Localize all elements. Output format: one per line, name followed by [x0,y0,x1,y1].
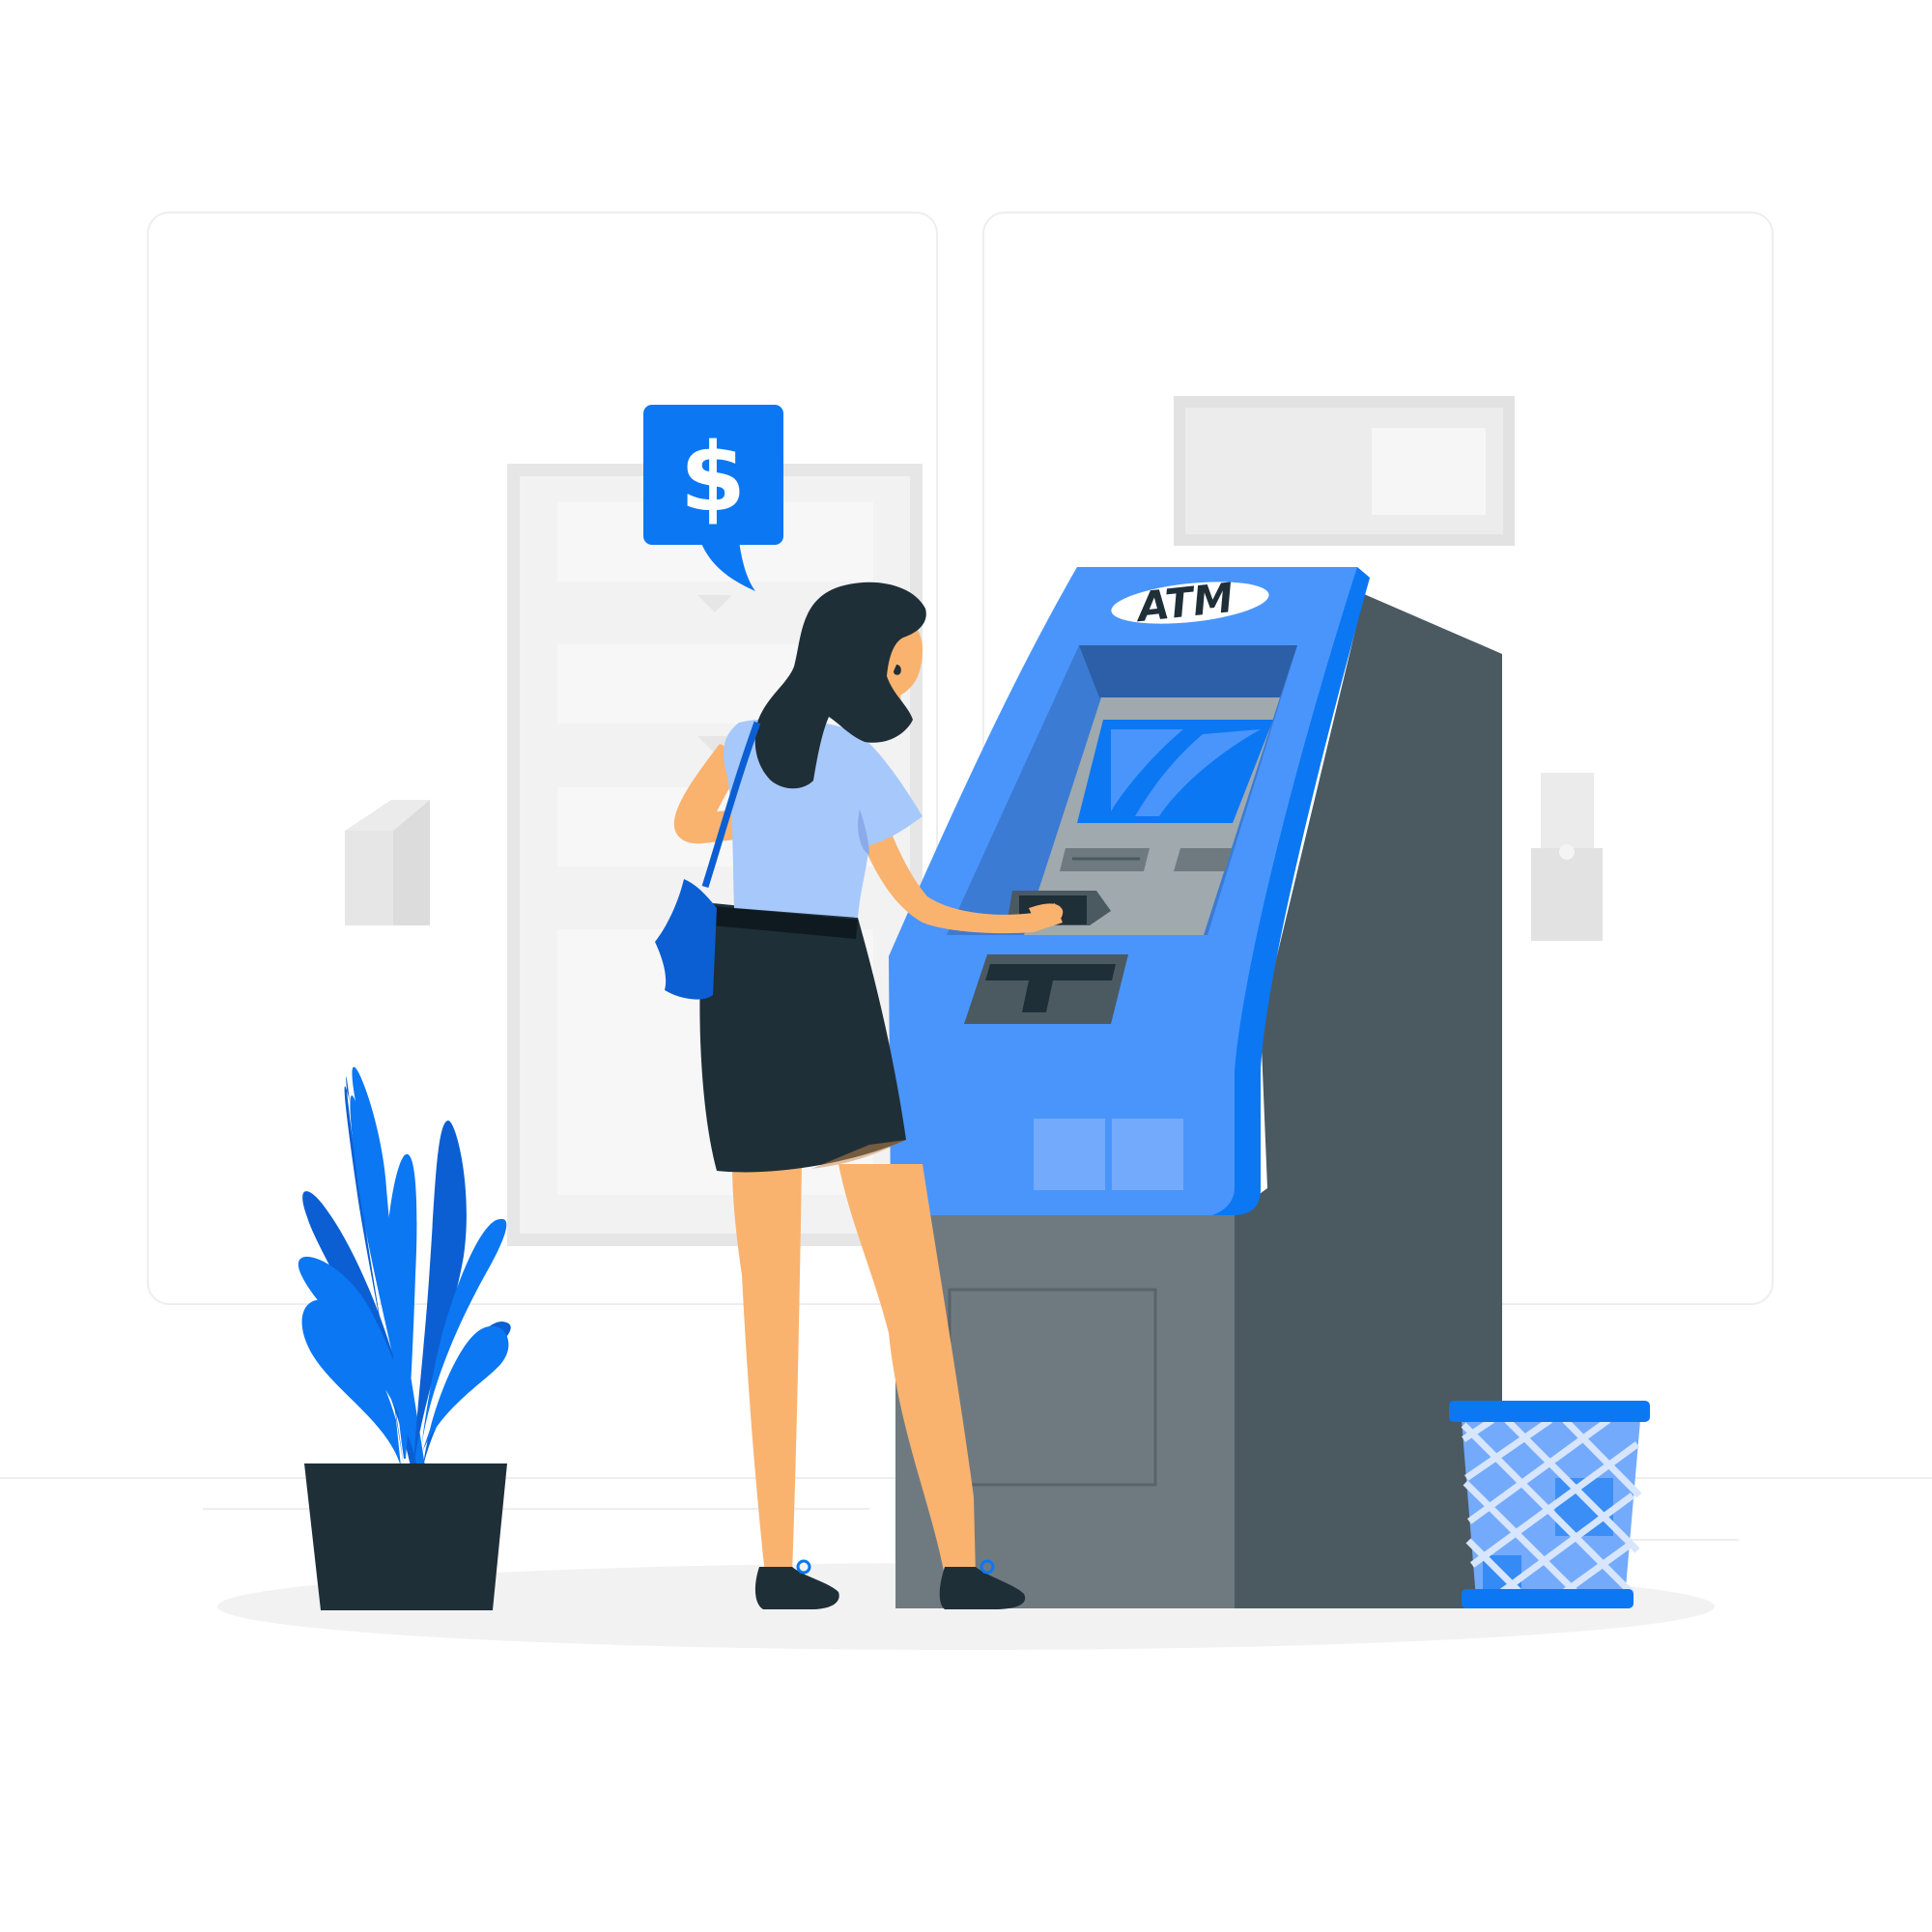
wall-switch [1531,773,1603,941]
dollar-icon: $ [680,423,746,533]
plant-pot [304,1463,507,1610]
wall-sign [1174,396,1515,546]
atm-panel-right [1112,1119,1183,1190]
atm-panel-left [1034,1119,1105,1190]
trash-can [1449,1401,1650,1608]
atm-hood-top [1079,645,1297,697]
atm-machine: ATM [889,567,1502,1608]
atm-illustration: ATM $ [0,212,1932,1650]
woman-leg-left [732,1164,802,1575]
illustration-scene: ATM $ [0,0,1932,1932]
trash-can-rim [1449,1401,1650,1422]
atm-key-right [1174,848,1232,871]
trash-can-base [1462,1589,1634,1608]
